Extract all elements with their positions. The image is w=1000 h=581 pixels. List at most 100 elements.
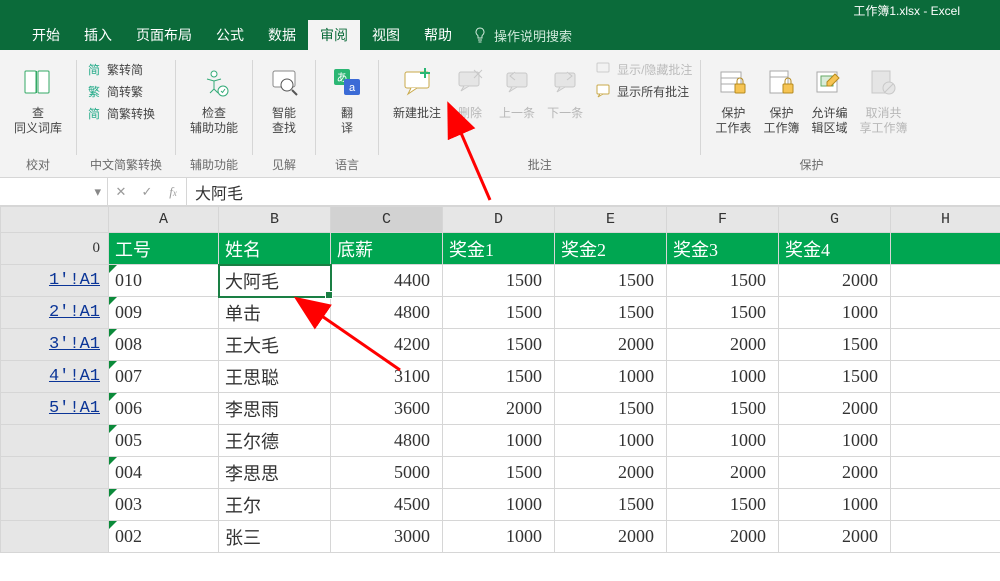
cell[interactable]: 王大毛 bbox=[219, 329, 331, 361]
cell[interactable]: 大阿毛 bbox=[219, 265, 331, 297]
cell[interactable]: 4800 bbox=[331, 297, 443, 329]
smart-lookup-button[interactable]: 智能 查找 bbox=[261, 56, 307, 136]
cell[interactable]: 1500 bbox=[555, 265, 667, 297]
translate-button[interactable]: あa 翻 译 bbox=[324, 56, 370, 136]
cell[interactable]: 1000 bbox=[555, 361, 667, 393]
cell[interactable]: 王思聪 bbox=[219, 361, 331, 393]
cell[interactable]: 1500 bbox=[667, 393, 779, 425]
cell[interactable] bbox=[891, 393, 1000, 425]
cell[interactable]: 1000 bbox=[443, 521, 555, 553]
cell[interactable]: 2000 bbox=[443, 393, 555, 425]
header-cell[interactable]: 底薪 bbox=[331, 233, 443, 265]
cell[interactable] bbox=[891, 297, 1000, 329]
cell[interactable]: 1000 bbox=[443, 489, 555, 521]
cell[interactable]: 2000 bbox=[779, 457, 891, 489]
protect-sheet-button[interactable]: 保护 工作表 bbox=[709, 56, 757, 136]
column-header[interactable]: C bbox=[331, 207, 443, 233]
cell[interactable]: 2000 bbox=[779, 393, 891, 425]
sheet-link[interactable]: 5'!A1 bbox=[49, 399, 100, 418]
protect-workbook-button[interactable]: 保护 工作簿 bbox=[757, 56, 805, 136]
header-cell[interactable]: 奖金3 bbox=[667, 233, 779, 265]
cell[interactable] bbox=[891, 425, 1000, 457]
enter-formula-button[interactable]: ✓ bbox=[134, 184, 160, 200]
fx-button[interactable]: fx bbox=[160, 184, 186, 200]
cell[interactable]: 1500 bbox=[443, 265, 555, 297]
cell[interactable]: 1500 bbox=[555, 297, 667, 329]
header-cell[interactable]: 姓名 bbox=[219, 233, 331, 265]
cell[interactable] bbox=[891, 361, 1000, 393]
cell[interactable]: 1500 bbox=[443, 297, 555, 329]
thesaurus-button[interactable]: 查同义词库 bbox=[8, 56, 68, 136]
row-header[interactable] bbox=[1, 457, 109, 489]
tab-审阅[interactable]: 审阅 bbox=[308, 20, 360, 50]
cell[interactable] bbox=[891, 329, 1000, 361]
tab-视图[interactable]: 视图 bbox=[360, 20, 412, 50]
cell[interactable]: 2000 bbox=[667, 521, 779, 553]
header-cell[interactable]: 奖金2 bbox=[555, 233, 667, 265]
header-cell[interactable]: 工号 bbox=[109, 233, 219, 265]
spreadsheet[interactable]: ABCDEFGHI 0工号姓名底薪奖金1奖金2奖金3奖金41'!A1010大阿毛… bbox=[0, 206, 1000, 553]
select-all-cell[interactable] bbox=[1, 207, 109, 233]
row-header[interactable]: 0 bbox=[1, 233, 109, 265]
tab-开始[interactable]: 开始 bbox=[20, 20, 72, 50]
cell[interactable]: 1000 bbox=[667, 361, 779, 393]
cell[interactable]: 3600 bbox=[331, 393, 443, 425]
cell[interactable]: 1000 bbox=[555, 425, 667, 457]
row-header[interactable] bbox=[1, 425, 109, 457]
column-header[interactable]: A bbox=[109, 207, 219, 233]
cell[interactable] bbox=[891, 265, 1000, 297]
cell[interactable] bbox=[891, 457, 1000, 489]
cell[interactable]: 2000 bbox=[779, 521, 891, 553]
formula-input[interactable]: 大阿毛 bbox=[187, 178, 1000, 205]
cell[interactable]: 1500 bbox=[667, 489, 779, 521]
conversion-button[interactable]: 简 简繁转换 bbox=[85, 102, 167, 124]
sheet-link[interactable]: 4'!A1 bbox=[49, 367, 100, 386]
cell[interactable] bbox=[891, 489, 1000, 521]
simp-to-trad-button[interactable]: 繁 简转繁 bbox=[85, 80, 167, 102]
sheet-link[interactable]: 2'!A1 bbox=[49, 303, 100, 322]
cell[interactable]: 1500 bbox=[555, 393, 667, 425]
cell[interactable]: 4500 bbox=[331, 489, 443, 521]
header-cell[interactable]: 奖金1 bbox=[443, 233, 555, 265]
cell[interactable]: 1500 bbox=[443, 329, 555, 361]
header-cell[interactable]: 奖金4 bbox=[779, 233, 891, 265]
cell[interactable]: 2000 bbox=[667, 457, 779, 489]
cell[interactable]: 1500 bbox=[443, 457, 555, 489]
row-header[interactable]: 1'!A1 bbox=[1, 265, 109, 297]
cell[interactable]: 010 bbox=[109, 265, 219, 297]
column-header[interactable]: E bbox=[555, 207, 667, 233]
cell[interactable]: 3000 bbox=[331, 521, 443, 553]
cell[interactable]: 2000 bbox=[555, 457, 667, 489]
cell[interactable]: 002 bbox=[109, 521, 219, 553]
cell[interactable]: 1500 bbox=[443, 361, 555, 393]
cell[interactable]: 4200 bbox=[331, 329, 443, 361]
allow-edit-ranges-button[interactable]: 允许编 辑区域 bbox=[805, 56, 853, 136]
cell[interactable]: 2000 bbox=[779, 265, 891, 297]
cell[interactable]: 王尔 bbox=[219, 489, 331, 521]
cell[interactable]: 1000 bbox=[443, 425, 555, 457]
tab-页面布局[interactable]: 页面布局 bbox=[124, 20, 204, 50]
cell[interactable]: 007 bbox=[109, 361, 219, 393]
new-comment-button[interactable]: 新建批注 bbox=[387, 56, 447, 121]
row-header[interactable] bbox=[1, 521, 109, 553]
cell[interactable]: 005 bbox=[109, 425, 219, 457]
tab-插入[interactable]: 插入 bbox=[72, 20, 124, 50]
tell-me-search[interactable]: 操作说明搜索 bbox=[472, 26, 572, 45]
header-cell[interactable] bbox=[891, 233, 1000, 265]
cell[interactable]: 004 bbox=[109, 457, 219, 489]
column-header[interactable]: D bbox=[443, 207, 555, 233]
sheet-link[interactable]: 1'!A1 bbox=[49, 271, 100, 290]
sheet-link[interactable]: 3'!A1 bbox=[49, 335, 100, 354]
tab-公式[interactable]: 公式 bbox=[204, 20, 256, 50]
cell[interactable]: 2000 bbox=[555, 521, 667, 553]
cell[interactable]: 008 bbox=[109, 329, 219, 361]
show-all-comments-button[interactable]: 显示所有批注 bbox=[595, 80, 692, 102]
cell[interactable]: 4800 bbox=[331, 425, 443, 457]
cell[interactable]: 张三 bbox=[219, 521, 331, 553]
cell[interactable] bbox=[891, 521, 1000, 553]
cell[interactable]: 1500 bbox=[667, 265, 779, 297]
cell[interactable]: 1500 bbox=[555, 489, 667, 521]
row-header[interactable] bbox=[1, 489, 109, 521]
row-header[interactable]: 3'!A1 bbox=[1, 329, 109, 361]
cell[interactable]: 李思思 bbox=[219, 457, 331, 489]
